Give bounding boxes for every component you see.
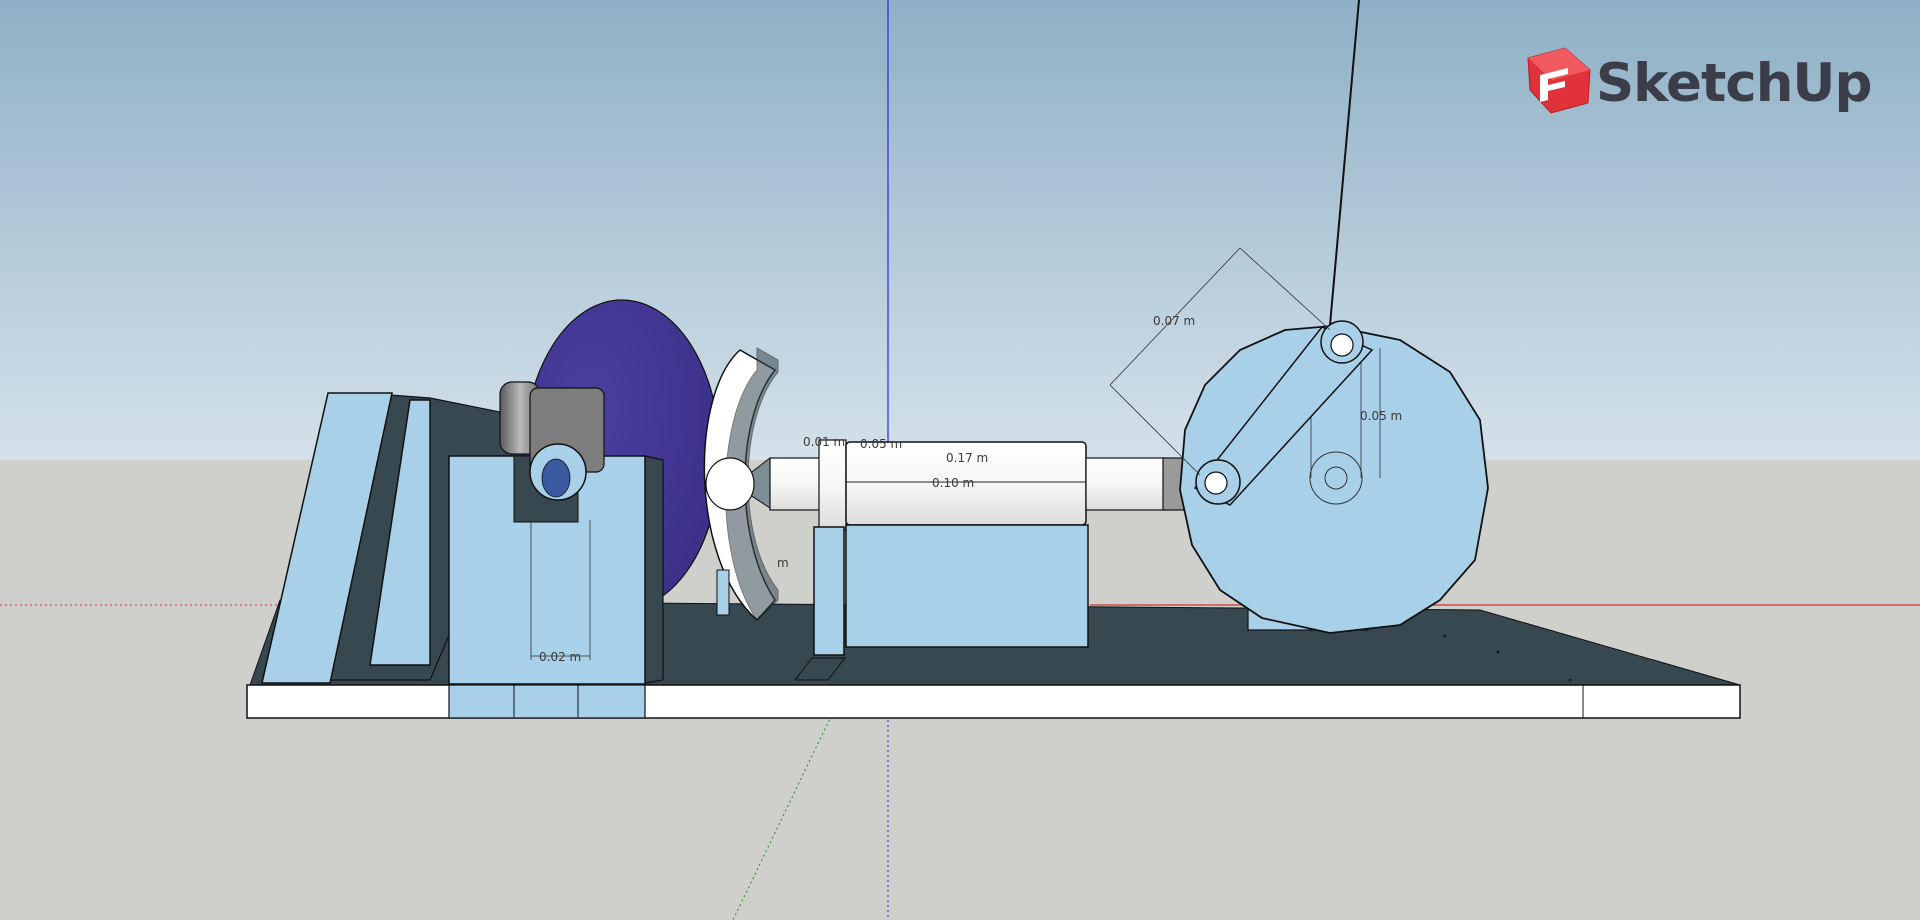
- bearing-block-base: [448, 684, 646, 719]
- base-dot: [1443, 634, 1447, 638]
- base-dot: [1568, 678, 1572, 682]
- dim-top-arm-label: 0.07 m: [1153, 314, 1195, 328]
- base-dot: [1496, 650, 1500, 654]
- dim-small-a-label: 0.01 m: [803, 435, 845, 449]
- dim-small-b-label: 0.05 m: [860, 437, 902, 451]
- dim-flywheel-offset-label: 0.05 m: [1360, 409, 1402, 423]
- crank-pin-bottom-hole: [1204, 471, 1228, 495]
- sketchup-viewport[interactable]: 0.02 m m 0.01 m 0.05 m 0.17 m 0.10 m 0.0…: [0, 0, 1920, 920]
- motor-lens-inner: [541, 458, 571, 498]
- dim-partial-label: m: [777, 556, 789, 570]
- shaft-left: [769, 457, 821, 511]
- cone-tip-cap: [705, 457, 755, 511]
- shaft-right: [1085, 457, 1167, 511]
- sketchup-logo-text: SketchUp: [1596, 53, 1871, 114]
- cylinder-support: [845, 524, 1089, 648]
- crescent-post: [716, 569, 730, 616]
- crank-pin-top-hole: [1330, 333, 1354, 357]
- dim-shaft-length-label: 0.17 m: [946, 451, 988, 465]
- coupling: [818, 439, 847, 531]
- bearing-block-side: [644, 455, 664, 684]
- dim-shaft-inner-label: 0.10 m: [932, 476, 974, 490]
- dim-bracket-label: 0.02 m: [539, 650, 581, 664]
- coupling-support: [813, 526, 845, 656]
